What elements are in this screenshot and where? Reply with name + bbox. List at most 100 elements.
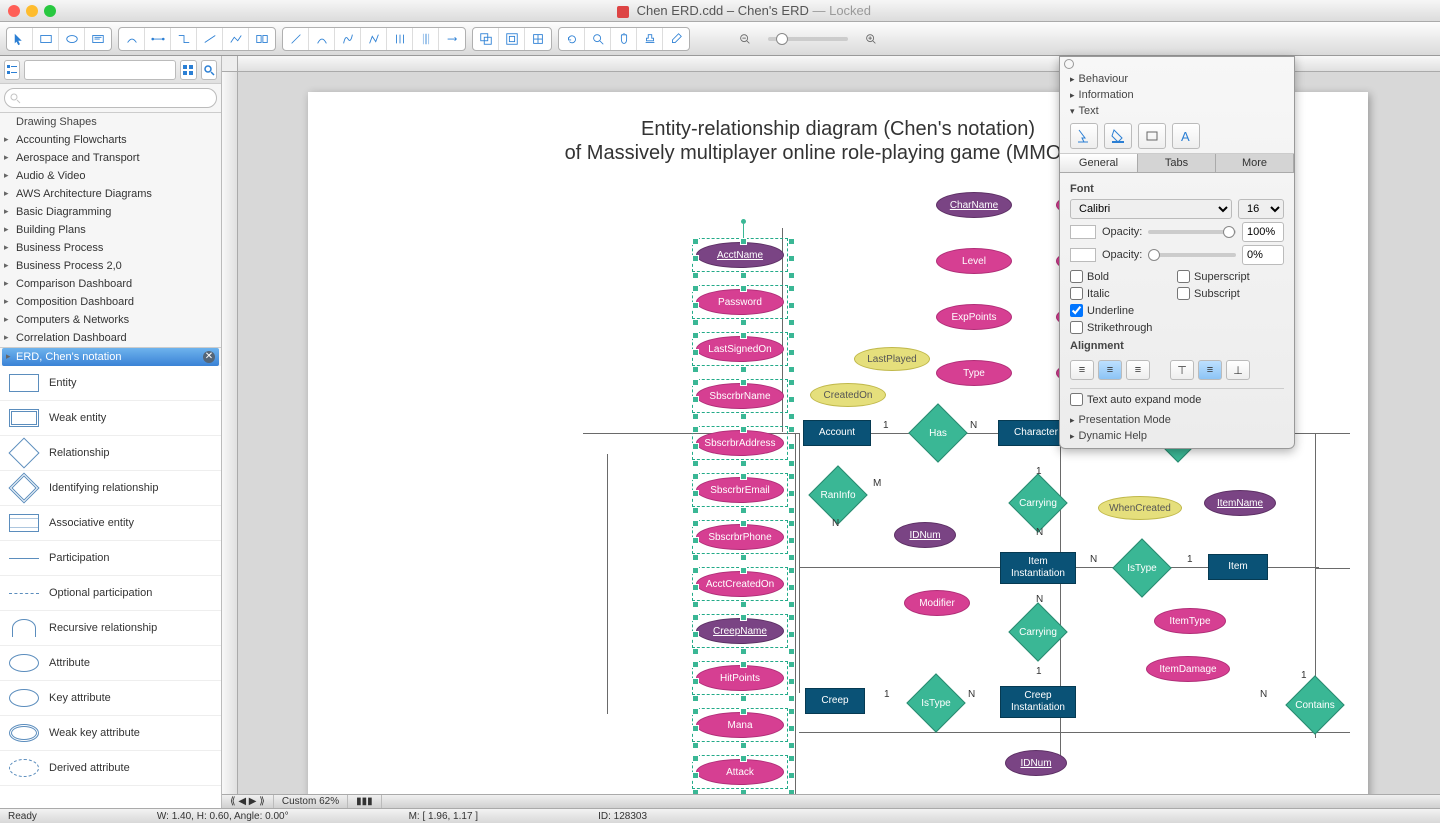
subscript-checkbox[interactable]: Subscript	[1177, 285, 1284, 302]
zoom-button[interactable]	[44, 5, 56, 17]
group-tool-3[interactable]	[525, 28, 551, 50]
attribute-password[interactable]: Password	[696, 289, 784, 315]
category-item[interactable]: Composition Dashboard	[0, 293, 221, 311]
attribute-lastplayed[interactable]: LastPlayed	[854, 347, 930, 371]
panel-section-help[interactable]: Dynamic Help	[1060, 428, 1294, 448]
category-item[interactable]: Building Plans	[0, 221, 221, 239]
align-center[interactable]: ≡	[1098, 360, 1122, 380]
refresh-tool[interactable]	[559, 28, 585, 50]
fill-color-swatch[interactable]	[1070, 248, 1096, 262]
panel-section-presentation[interactable]: Presentation Mode	[1060, 412, 1294, 428]
rel-carrying[interactable]: Carrying	[1008, 488, 1068, 518]
page-nav[interactable]: ⟪ ◀ ▶ ⟫	[222, 795, 274, 808]
text-font-icon[interactable]: A	[1172, 123, 1200, 149]
zoom-slider[interactable]	[768, 37, 848, 41]
stencil-item[interactable]: Entity	[0, 366, 221, 401]
line-tool-3[interactable]	[335, 28, 361, 50]
entity-iteminstantiation[interactable]: Item Instantiation	[1000, 552, 1076, 584]
connector-tool-6[interactable]	[249, 28, 275, 50]
properties-panel[interactable]: Behaviour Information Text A General Tab…	[1059, 56, 1295, 449]
category-item[interactable]: Comparison Dashboard	[0, 275, 221, 293]
zoom-out-icon[interactable]	[732, 28, 758, 50]
library-tree-icon[interactable]	[4, 60, 20, 80]
line-tool-5[interactable]	[387, 28, 413, 50]
panel-section-behaviour[interactable]: Behaviour	[1060, 71, 1294, 87]
stencil-item[interactable]: Derived attribute	[0, 751, 221, 786]
attribute-hitpoints[interactable]: HitPoints	[696, 665, 784, 691]
stencil-list[interactable]: EntityWeak entityRelationshipIdentifying…	[0, 366, 221, 808]
attribute-modifier[interactable]: Modifier	[904, 590, 970, 616]
text-fill-icon[interactable]	[1104, 123, 1132, 149]
stencil-item[interactable]: Optional participation	[0, 576, 221, 611]
line-tool-1[interactable]	[283, 28, 309, 50]
rel-istype2[interactable]: IsType	[906, 688, 966, 718]
rel-carrying2[interactable]: Carrying	[1008, 617, 1068, 647]
rel-istype[interactable]: IsType	[1112, 553, 1172, 583]
attribute-lastsignedon[interactable]: LastSignedOn	[696, 336, 784, 362]
rel-raninfo[interactable]: RanInfo	[808, 480, 868, 510]
close-button[interactable]	[8, 5, 20, 17]
valign-middle[interactable]: ≡	[1198, 360, 1222, 380]
attribute-idnum[interactable]: IDNum	[894, 522, 956, 548]
eyedropper-tool[interactable]	[663, 28, 689, 50]
text-tool[interactable]	[85, 28, 111, 50]
stencil-item[interactable]: Weak entity	[0, 401, 221, 436]
category-item[interactable]: Basic Diagramming	[0, 203, 221, 221]
connector-tool-1[interactable]	[119, 28, 145, 50]
ellipse-tool[interactable]	[59, 28, 85, 50]
line-tool-7[interactable]	[439, 28, 465, 50]
fill-opacity-value[interactable]	[1242, 245, 1284, 265]
pointer-tool[interactable]	[7, 28, 33, 50]
font-size-select[interactable]: 16	[1238, 199, 1284, 219]
attribute-createdon[interactable]: CreatedOn	[810, 383, 886, 407]
valign-top[interactable]: ⊤	[1170, 360, 1194, 380]
text-opacity-value[interactable]	[1242, 222, 1284, 242]
stencil-item[interactable]: Participation	[0, 541, 221, 576]
connector-tool-3[interactable]	[171, 28, 197, 50]
stamp-tool[interactable]	[637, 28, 663, 50]
align-left[interactable]: ≡	[1070, 360, 1094, 380]
category-item[interactable]: Accounting Flowcharts	[0, 131, 221, 149]
stencil-item[interactable]: Relationship	[0, 436, 221, 471]
connector-tool-5[interactable]	[223, 28, 249, 50]
entity-creep[interactable]: Creep	[805, 688, 865, 714]
attribute-sbscrbrphone[interactable]: SbscrbrPhone	[696, 524, 784, 550]
page-thumbs[interactable]: ▮▮▮	[348, 795, 382, 808]
attribute-sbscrbremail[interactable]: SbscrbrEmail	[696, 477, 784, 503]
attribute-exppoints[interactable]: ExpPoints	[936, 304, 1012, 330]
panel-close-icon[interactable]	[1064, 59, 1074, 69]
connector-tool-2[interactable]	[145, 28, 171, 50]
underline-checkbox[interactable]: Underline	[1070, 302, 1177, 319]
minimize-button[interactable]	[26, 5, 38, 17]
attribute-type[interactable]: Type	[936, 360, 1012, 386]
category-selected[interactable]: ERD, Chen's notation	[2, 348, 219, 366]
zoom-in-icon[interactable]	[858, 28, 884, 50]
stencil-item[interactable]: Associative entity	[0, 506, 221, 541]
rel-has[interactable]: Has	[908, 418, 968, 448]
category-item[interactable]: Computers & Networks	[0, 311, 221, 329]
entity-creepinstantiation[interactable]: Creep Instantiation	[1000, 686, 1076, 718]
attribute-charname[interactable]: CharName	[936, 192, 1012, 218]
group-tool-1[interactable]	[473, 28, 499, 50]
attribute-attack[interactable]: Attack	[696, 759, 784, 785]
category-item[interactable]: AWS Architecture Diagrams	[0, 185, 221, 203]
connector-tool-4[interactable]	[197, 28, 223, 50]
bold-checkbox[interactable]: Bold	[1070, 268, 1177, 285]
category-item[interactable]: Correlation Dashboard	[0, 329, 221, 347]
italic-checkbox[interactable]: Italic	[1070, 285, 1177, 302]
strikethrough-checkbox[interactable]: Strikethrough	[1070, 319, 1177, 336]
attribute-whencreated[interactable]: WhenCreated	[1098, 496, 1182, 520]
magnify-tool[interactable]	[585, 28, 611, 50]
attribute-mana[interactable]: Mana	[696, 712, 784, 738]
fill-opacity-slider[interactable]	[1148, 253, 1236, 257]
grid-view-icon[interactable]	[180, 60, 196, 80]
attribute-itemname[interactable]: ItemName	[1204, 490, 1276, 516]
category-item[interactable]: Business Process 2,0	[0, 257, 221, 275]
autoexpand-checkbox[interactable]: Text auto expand mode	[1070, 393, 1284, 406]
superscript-checkbox[interactable]: Superscript	[1177, 268, 1284, 285]
attribute-level[interactable]: Level	[936, 248, 1012, 274]
category-item[interactable]: Business Process	[0, 239, 221, 257]
attribute-creepname[interactable]: CreepName	[696, 618, 784, 644]
stencil-item[interactable]: Weak key attribute	[0, 716, 221, 751]
attribute-itemdamage[interactable]: ItemDamage	[1146, 656, 1230, 682]
